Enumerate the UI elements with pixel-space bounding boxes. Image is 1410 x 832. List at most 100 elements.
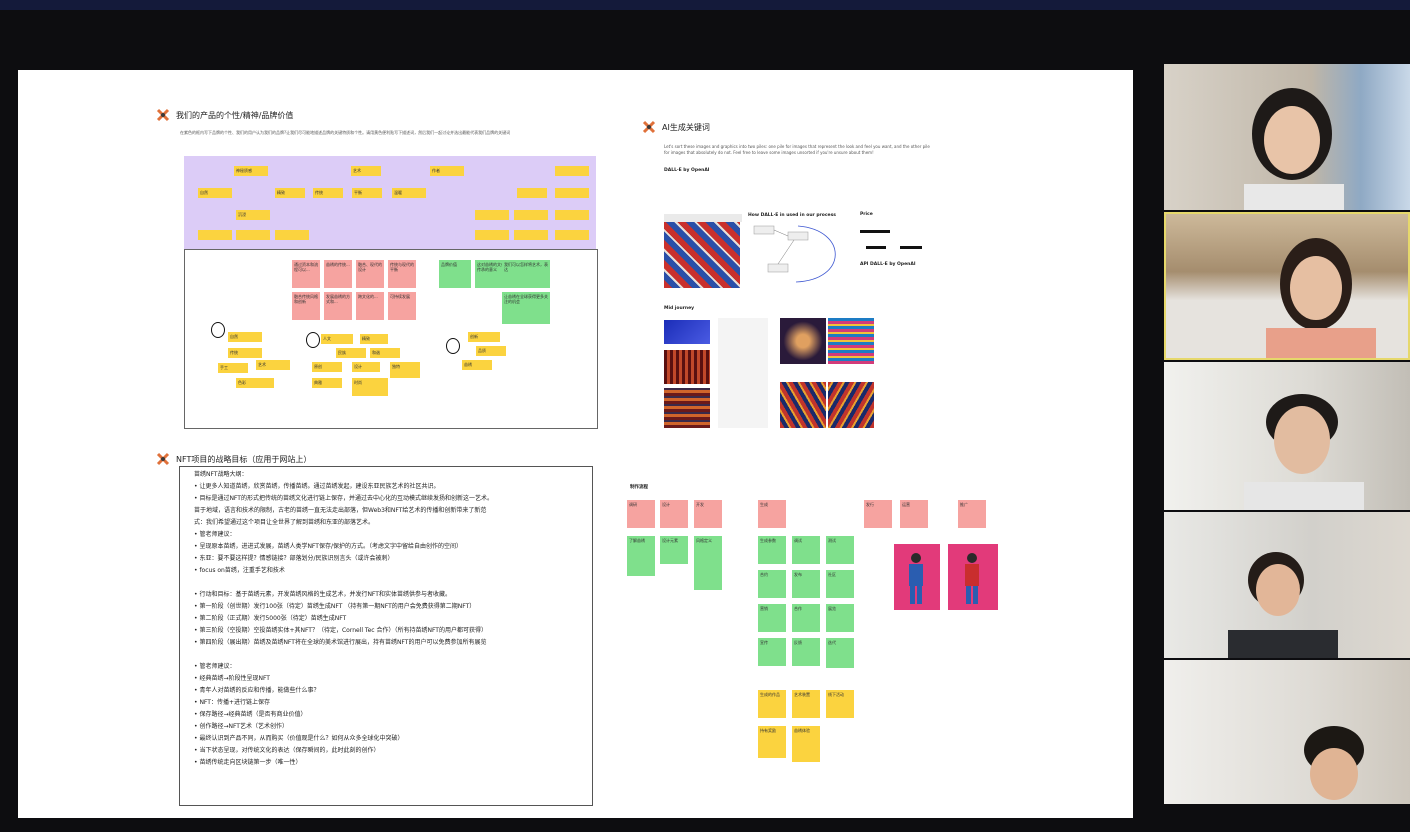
purple-sticky[interactable] (236, 230, 270, 240)
flow-green-sticky[interactable]: 了解苗绣 (627, 536, 655, 576)
dalle-image-grid[interactable] (664, 222, 740, 288)
purple-sticky[interactable] (198, 230, 232, 240)
purple-sticky[interactable] (275, 230, 309, 240)
purple-sticky[interactable] (514, 210, 548, 220)
frame-green-sticky[interactable]: 品牌价值 (439, 260, 471, 288)
frame-yellow-sticky[interactable]: 独特 (390, 362, 420, 378)
participant-avatar (1266, 238, 1376, 358)
purple-sticky[interactable]: 作者 (430, 166, 464, 176)
purple-sticky[interactable] (555, 210, 589, 220)
purple-sticky[interactable] (555, 230, 589, 240)
frame-yellow-sticky[interactable]: 自然 (228, 332, 262, 342)
flow-green-sticky[interactable]: 社区 (826, 570, 854, 598)
frame-yellow-sticky[interactable]: 精致 (360, 334, 388, 344)
purple-sticky[interactable]: 自然 (198, 188, 232, 198)
flow-yellow-sticky[interactable]: 苗绣体验 (792, 726, 820, 762)
flow-pink-sticky[interactable]: 调研 (627, 500, 655, 528)
flow-yellow-sticky[interactable]: 艺术装置 (792, 690, 820, 718)
frame-yellow-sticky[interactable]: 色彩 (236, 378, 274, 388)
frame-yellow-sticky[interactable]: 时尚 (352, 378, 388, 396)
midjourney-image[interactable] (828, 382, 874, 428)
participant-avatar (1244, 88, 1344, 210)
frame-pink-sticky[interactable]: 融合、现代的设计 (356, 260, 384, 288)
nft-figure-image[interactable] (894, 544, 940, 610)
nft-outline-frame[interactable]: 苗绣NFT战略大纲： • 让更多人知道苗绣，欣赏苗绣，传播苗绣。通过苗绣发起，建… (179, 466, 593, 806)
frame-yellow-sticky[interactable]: 苗绣 (462, 360, 492, 370)
purple-sticky[interactable]: 神秘质感 (234, 166, 268, 176)
purple-sticky[interactable]: 温暖 (392, 188, 426, 198)
flow-pink-sticky[interactable]: 推广 (958, 500, 986, 528)
frame-yellow-sticky[interactable]: 传统 (228, 348, 262, 358)
purple-sticky[interactable]: 传统 (313, 188, 343, 198)
flow-green-sticky[interactable]: 发布 (792, 570, 820, 598)
frame-yellow-sticky[interactable]: 和谐 (370, 348, 400, 358)
midjourney-screenshot[interactable] (718, 318, 768, 428)
purple-sticky[interactable]: 精致 (275, 188, 305, 198)
flow-pink-sticky[interactable]: 生成 (758, 500, 786, 528)
frame-yellow-sticky[interactable]: 设计 (352, 362, 380, 372)
midjourney-image[interactable] (664, 320, 710, 344)
midjourney-image[interactable] (780, 382, 826, 428)
participant-avatar (1244, 394, 1364, 510)
participant-video-tile-4[interactable] (1164, 512, 1410, 658)
shared-whiteboard[interactable]: 我们的产品的个性/精神/品牌价值 在紫色的框内写下品牌的个性、我们的用户认为我们… (18, 70, 1133, 818)
frame-green-sticky[interactable]: 让苗绣在全球获得更多关注的机会 (502, 292, 550, 324)
midjourney-image[interactable] (664, 388, 710, 428)
flow-green-sticky[interactable]: 合作 (792, 604, 820, 632)
frame-pink-sticky[interactable]: 跨文化的... (356, 292, 384, 320)
flow-green-sticky[interactable]: 展览 (826, 604, 854, 632)
frame-yellow-sticky[interactable]: 品质 (476, 346, 506, 356)
purple-sticky[interactable] (517, 188, 547, 198)
frame-green-sticky[interactable]: 我们可以怎样将艺术，表达 (502, 260, 550, 288)
purple-sticky[interactable]: 沉浸 (236, 210, 270, 220)
frame-yellow-sticky[interactable]: 手工 (218, 363, 248, 373)
frame-yellow-sticky[interactable]: 民族 (336, 348, 366, 358)
frame-pink-sticky[interactable]: 发展苗绣的方式和... (324, 292, 352, 320)
midjourney-image[interactable] (664, 350, 710, 384)
purple-sticky[interactable] (475, 210, 509, 220)
flow-pink-sticky[interactable]: 设计 (660, 500, 688, 528)
frame-pink-sticky[interactable]: 传统与现代的平衡 (388, 260, 416, 288)
participant-video-tile-1[interactable] (1164, 64, 1410, 210)
participant-video-tile-2[interactable] (1164, 212, 1410, 360)
frame-yellow-sticky[interactable]: 人文 (321, 334, 353, 344)
midjourney-image[interactable] (828, 318, 874, 364)
outline-line: • 让更多人知道苗绣，欣赏苗绣，传播苗绣。通过苗绣发起，建设东亚民族艺术的社区共… (194, 483, 440, 490)
frame-pink-sticky[interactable]: 融合传统风格和创新 (292, 292, 320, 320)
flow-green-sticky[interactable]: 反馈 (792, 638, 820, 666)
flow-green-sticky[interactable]: 风格定义 (694, 536, 722, 590)
flow-green-sticky[interactable]: 调试 (792, 536, 820, 564)
frame-pink-sticky[interactable]: 通过资本和流程可以... (292, 260, 320, 288)
flow-green-sticky[interactable]: 迭代 (826, 638, 854, 668)
flow-pink-sticky[interactable]: 发行 (864, 500, 892, 528)
outline-line: • 东亚：要不要这样提？情感链接？部落划分/民族识别言头（或许会被刺） (194, 555, 394, 562)
frame-yellow-sticky[interactable]: 典雅 (312, 378, 342, 388)
flow-yellow-sticky[interactable]: 线下活动 (826, 690, 854, 718)
flow-green-sticky[interactable]: 宣传 (758, 638, 786, 666)
flow-green-sticky[interactable]: 测试 (826, 536, 854, 564)
participant-video-tile-3[interactable] (1164, 362, 1410, 510)
flow-green-sticky[interactable]: 设计元素 (660, 536, 688, 564)
purple-sticky[interactable]: 艺术 (351, 166, 381, 176)
purple-sticky[interactable] (514, 230, 548, 240)
midjourney-image[interactable] (780, 318, 826, 364)
frame-yellow-sticky[interactable]: 原创 (312, 362, 342, 372)
purple-sticky[interactable] (555, 166, 589, 176)
flow-yellow-sticky[interactable]: 持有奖励 (758, 726, 786, 758)
nft-figure-image[interactable] (948, 544, 998, 610)
purple-sticky[interactable] (475, 230, 509, 240)
flow-green-sticky[interactable]: 合约 (758, 570, 786, 598)
purple-sticky[interactable] (555, 188, 589, 198)
purple-sticky[interactable]: 平衡 (352, 188, 382, 198)
participant-video-tile-5[interactable] (1164, 660, 1410, 804)
frame-yellow-sticky[interactable]: 创新 (468, 332, 500, 342)
flow-pink-sticky[interactable]: 运营 (900, 500, 928, 528)
dalle-caption-block (664, 214, 742, 222)
flow-green-sticky[interactable]: 营销 (758, 604, 786, 632)
frame-yellow-sticky[interactable]: 艺术 (256, 360, 290, 370)
flow-green-sticky[interactable]: 生成参数 (758, 536, 786, 564)
flow-pink-sticky[interactable]: 开发 (694, 500, 722, 528)
frame-pink-sticky[interactable]: 可持续发展 (388, 292, 416, 320)
flow-yellow-sticky[interactable]: 生成的作品 (758, 690, 786, 718)
frame-pink-sticky[interactable]: 苗绣的传统... (324, 260, 352, 288)
